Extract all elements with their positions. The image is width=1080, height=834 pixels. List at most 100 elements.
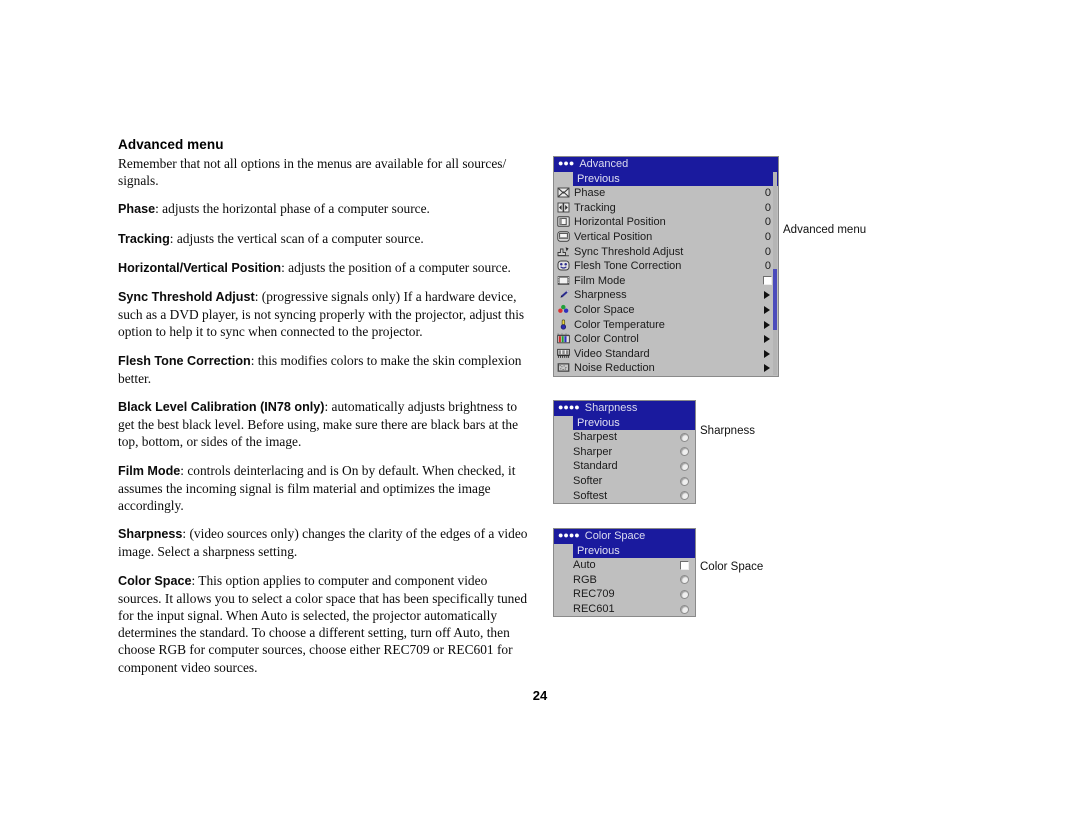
menu-item-label: Flesh Tone Correction [574, 260, 682, 273]
advanced-menu-titlebar: ●●● Advanced [554, 157, 778, 172]
film-mode-icon [557, 275, 572, 287]
color-space-menu-caption: Color Space [700, 561, 764, 573]
body-paragraphs: Remember that not all options in the men… [118, 155, 530, 676]
advanced-menu-item[interactable]: Vertical Position 0 [554, 230, 778, 245]
radio-unselected-icon[interactable] [680, 604, 689, 614]
vertical-position-icon [557, 231, 572, 243]
advanced-menu-item[interactable]: Noise Reduction [554, 361, 778, 376]
sharpness-menu-title: Sharpness [584, 402, 638, 414]
color-space_menu-item[interactable]: Auto [554, 558, 695, 573]
body-paragraph: Sharpness: (video sources only) changes … [118, 525, 530, 560]
sharpness-menu-panel[interactable]: ●●●● Sharpness Previous Sharpest Sharper S… [553, 400, 696, 504]
body-paragraph: Horizontal/Vertical Position: adjusts th… [118, 259, 530, 277]
paragraph-text: Remember that not all options in the men… [118, 156, 507, 189]
sharpness-menu-item[interactable]: Softest [554, 488, 695, 503]
advanced-menu-items: Phase 0 Tracking 0 Horizontal Position 0 Verti… [554, 186, 778, 376]
menu-item-label: Color Control [574, 333, 639, 346]
body-paragraph: Sync Threshold Adjust: (progressive sign… [118, 288, 530, 341]
menu-item-label: Sharper [573, 445, 613, 458]
menu-item-label: Sharpness [574, 289, 627, 302]
body-paragraph: Black Level Calibration (IN78 only): aut… [118, 398, 530, 451]
paragraph-term: Tracking [118, 231, 170, 246]
sharpness-menu-item[interactable]: Sharper [554, 445, 695, 460]
paragraph-text: : adjusts the horizontal phase of a comp… [155, 201, 430, 217]
color-space-menu-previous-item[interactable]: Previous [573, 544, 695, 558]
menu-item-label: Vertical Position [574, 231, 653, 244]
color-control-icon [557, 333, 572, 345]
submenu-arrow-icon[interactable] [764, 320, 770, 329]
menu-item-label: Tracking [574, 201, 616, 214]
tracking-icon [557, 202, 572, 214]
sharpness-menu-items: Sharpest Sharper Standard Softer Softest [554, 430, 695, 503]
color-temperature-icon [557, 319, 572, 331]
scrollbar-thumb[interactable] [773, 269, 777, 331]
submenu-arrow-icon[interactable] [764, 306, 770, 315]
advanced-menu-previous-item[interactable]: Previous [573, 172, 778, 186]
body-paragraph: Color Space: This option applies to comp… [118, 572, 530, 676]
paragraph-term: Film Mode [118, 463, 181, 478]
advanced-menu-item[interactable]: Color Control [554, 332, 778, 347]
sharpness-menu-titlebar: ●●●● Sharpness [554, 401, 695, 416]
radio-unselected-icon[interactable] [680, 491, 689, 501]
body-paragraph: Flesh Tone Correction: this modifies col… [118, 352, 530, 387]
advanced-menu-item[interactable]: Horizontal Position 0 [554, 215, 778, 230]
paragraph-term: Sync Threshold Adjust [118, 290, 255, 305]
advanced-menu-item[interactable]: Sync Threshold Adjust 0 [554, 244, 778, 259]
color-space-menu-panel[interactable]: ●●●● Color Space Previous Auto RGB REC709 R… [553, 528, 696, 618]
sharpness-menu-item[interactable]: Standard [554, 459, 695, 474]
color-space_menu-item[interactable]: REC709 [554, 587, 695, 602]
advanced-menu-item[interactable]: Film Mode [554, 274, 778, 289]
paragraph-term: Black Level Calibration (IN78 only) [118, 400, 325, 415]
advanced-menu-item[interactable]: Video Standard [554, 347, 778, 362]
advanced-menu-item[interactable]: Sharpness [554, 288, 778, 303]
advanced-menu-item[interactable]: Color Temperature [554, 317, 778, 332]
video-standard-icon [557, 348, 572, 360]
horizontal-position-icon [557, 216, 572, 228]
advanced-menu-item[interactable]: Phase 0 [554, 186, 778, 201]
advanced-menu-item[interactable]: Tracking 0 [554, 201, 778, 216]
submenu-arrow-icon[interactable] [764, 291, 770, 300]
radio-unselected-icon[interactable] [680, 575, 689, 585]
advanced-menu-title: Advanced [579, 158, 629, 170]
submenu-arrow-icon[interactable] [764, 364, 770, 373]
menu-item-label: Noise Reduction [574, 362, 655, 375]
checkbox-unchecked-icon[interactable] [680, 560, 689, 570]
color-space_menu-item[interactable]: REC601 [554, 602, 695, 617]
advanced-menu-item[interactable]: Color Space [554, 303, 778, 318]
body-paragraph: Remember that not all options in the men… [118, 155, 530, 189]
sharpness-menu-caption: Sharpness [700, 425, 755, 437]
paragraph-term: Phase [118, 202, 156, 217]
menu-item-label: Sharpest [573, 431, 618, 444]
menu-item-label: RGB [573, 573, 597, 586]
menu-item-label: Sync Threshold Adjust [574, 245, 684, 258]
color-space-icon [557, 304, 572, 316]
menu-level-dots-icon: ●●●● [558, 402, 580, 412]
sharpness-menu-item[interactable]: Softer [554, 474, 695, 489]
sharpness-menu-previous-item[interactable]: Previous [573, 416, 695, 430]
advanced-menu-scrollbar[interactable] [773, 172, 777, 375]
radio-unselected-icon[interactable] [680, 432, 689, 442]
checkbox-unchecked-icon[interactable] [763, 276, 772, 286]
advanced-menu-panel[interactable]: ●●● Advanced Previous Phase 0 Tracking 0 Hor… [553, 156, 779, 377]
menu-item-label: REC709 [573, 588, 615, 601]
menu-item-label: Softest [573, 489, 608, 502]
radio-unselected-icon[interactable] [680, 461, 689, 471]
body-paragraph: Phase: adjusts the horizontal phase of a… [118, 200, 530, 218]
paragraph-term: Horizontal/Vertical Position [118, 260, 282, 275]
radio-unselected-icon[interactable] [680, 447, 689, 457]
submenu-arrow-icon[interactable] [764, 349, 770, 358]
submenu-arrow-icon[interactable] [764, 335, 770, 344]
menu-item-label: Color Temperature [574, 318, 665, 331]
color-space_menu-item[interactable]: RGB [554, 573, 695, 588]
advanced-menu-item[interactable]: Flesh Tone Correction 0 [554, 259, 778, 274]
advanced-menu-caption: Advanced menu [783, 224, 867, 236]
noise-reduction-icon [557, 362, 572, 374]
body-paragraph: Tracking: adjusts the vertical scan of a… [118, 230, 530, 248]
menu-item-label: Softer [573, 475, 603, 488]
radio-unselected-icon[interactable] [680, 476, 689, 486]
menu-item-label: Film Mode [574, 274, 626, 287]
sharpness-menu-item[interactable]: Sharpest [554, 430, 695, 445]
color-space-menu-items: Auto RGB REC709 REC601 [554, 558, 695, 616]
radio-unselected-icon[interactable] [680, 589, 689, 599]
menu-item-label: Phase [574, 187, 606, 200]
